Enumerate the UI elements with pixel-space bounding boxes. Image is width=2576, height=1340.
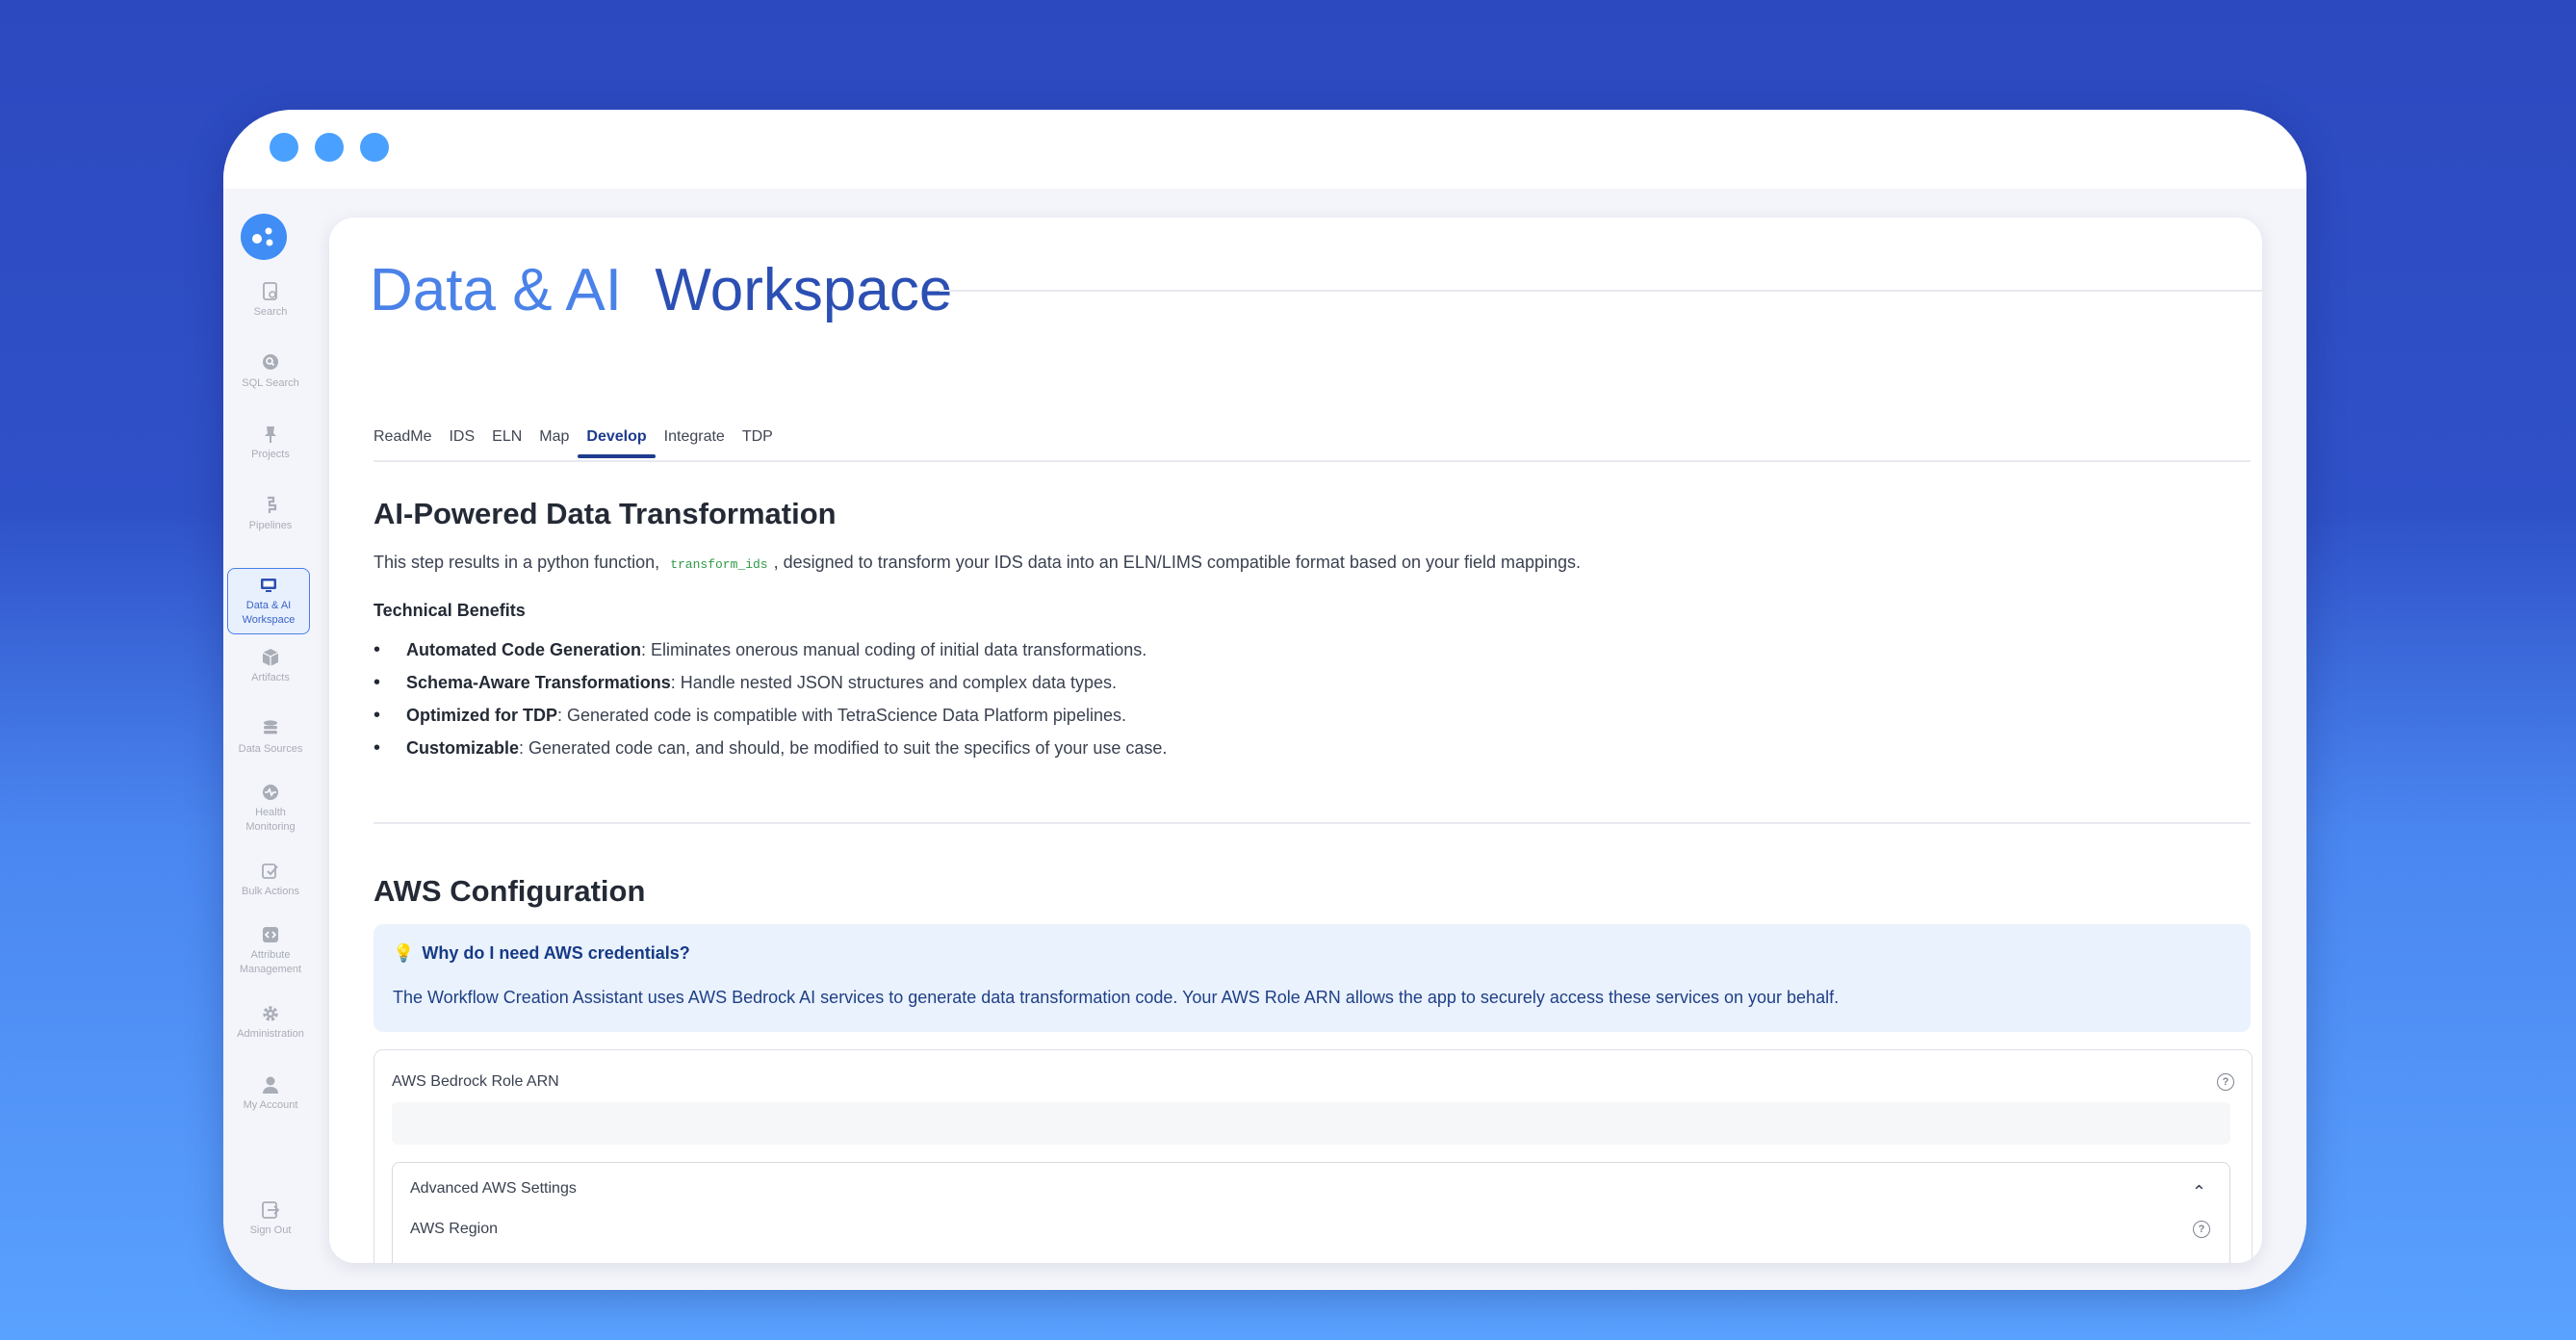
page-title-part1: Data & AI bbox=[370, 257, 622, 323]
sidebar-item-sql-search[interactable]: SQL Search bbox=[229, 352, 312, 391]
page-title: Data & AI Workspace bbox=[370, 252, 952, 329]
transform-heading: AI-Powered Data Transformation bbox=[374, 497, 837, 530]
section-divider bbox=[374, 822, 2251, 824]
sidebar-item-administration[interactable]: Administration bbox=[229, 1003, 312, 1042]
app-logo[interactable] bbox=[241, 214, 287, 260]
function-name-code: transform_ids bbox=[670, 557, 768, 572]
code-icon bbox=[263, 927, 278, 942]
tab-readme[interactable]: ReadMe bbox=[374, 424, 440, 458]
tab-tdp[interactable]: TDP bbox=[734, 424, 782, 458]
info-text: The Workflow Creation Assistant uses AWS… bbox=[393, 988, 1840, 1007]
sidebar-item-label: Sign Out bbox=[249, 1224, 292, 1236]
cube-icon bbox=[262, 649, 279, 666]
role-arn-input[interactable] bbox=[392, 1102, 2230, 1145]
sidebar-item-label: SQL Search bbox=[242, 377, 299, 389]
sidebar-item-label: Administration bbox=[237, 1028, 304, 1040]
sidebar-item-pipelines[interactable]: Pipelines bbox=[229, 495, 312, 533]
advanced-settings-title[interactable]: Advanced AWS Settings bbox=[410, 1180, 577, 1198]
checklist-icon bbox=[262, 863, 278, 879]
list-item: Automated Code Generation: Eliminates on… bbox=[374, 633, 1167, 666]
sidebar-item-label: My Account bbox=[243, 1099, 298, 1111]
benefit-name: Customizable bbox=[406, 738, 520, 758]
sidebar-item-label: Attribute Management bbox=[239, 949, 302, 975]
lightbulb-icon: 💡 bbox=[393, 943, 415, 963]
sidebar: Search SQL Search Projects Pipelines Dat… bbox=[223, 189, 329, 1290]
gear-icon bbox=[263, 1006, 278, 1021]
database-icon bbox=[264, 720, 277, 734]
sidebar-item-artifacts[interactable]: Artifacts bbox=[229, 647, 312, 685]
benefit-name: Automated Code Generation bbox=[406, 640, 642, 659]
sidebar-item-label: Projects bbox=[251, 449, 290, 460]
sidebar-item-projects[interactable]: Projects bbox=[229, 424, 312, 462]
tab-integrate[interactable]: Integrate bbox=[656, 424, 734, 458]
pipeline-icon bbox=[268, 496, 277, 513]
sql-search-icon bbox=[263, 354, 278, 370]
benefit-text: : Eliminates onerous manual coding of in… bbox=[641, 640, 1147, 659]
tab-eln[interactable]: ELN bbox=[483, 424, 530, 458]
help-icon[interactable]: ? bbox=[2193, 1221, 2210, 1238]
intro-text-after: , designed to transform your IDS data in… bbox=[773, 553, 1582, 572]
advanced-settings-expander: Advanced AWS Settings ⌃ AWS Region ? bbox=[392, 1162, 2230, 1263]
window-dot-3[interactable] bbox=[360, 133, 389, 162]
window-titlebar bbox=[223, 110, 2306, 189]
main-panel: Data & AI Workspace ReadMe IDS ELN Map D… bbox=[329, 218, 2262, 1263]
benefit-name: Optimized for TDP bbox=[406, 706, 557, 725]
user-icon bbox=[263, 1076, 278, 1094]
sidebar-item-label: Search bbox=[253, 306, 288, 318]
list-item: Optimized for TDP: Generated code is com… bbox=[374, 699, 1167, 732]
sidebar-item-sign-out[interactable]: Sign Out bbox=[229, 1199, 312, 1238]
pin-icon bbox=[265, 426, 276, 443]
info-question-text: Why do I need AWS credentials? bbox=[422, 943, 690, 963]
tab-map[interactable]: Map bbox=[530, 424, 578, 458]
sidebar-item-label: Artifacts bbox=[251, 672, 290, 683]
benefit-text: : Generated code is compatible with Tetr… bbox=[557, 706, 1126, 725]
benefit-name: Schema-Aware Transformations bbox=[406, 673, 671, 692]
tab-bar: ReadMe IDS ELN Map Develop Integrate TDP bbox=[374, 424, 782, 458]
window-dot-1[interactable] bbox=[270, 133, 298, 162]
benefit-text: : Generated code can, and should, be mod… bbox=[519, 738, 1168, 758]
sidebar-item-my-account[interactable]: My Account bbox=[229, 1074, 312, 1113]
sidebar-item-label: Data Sources bbox=[238, 743, 303, 755]
aws-info-callout: 💡 Why do I need AWS credentials? The Work… bbox=[374, 924, 2251, 1032]
sidebar-item-data-sources[interactable]: Data Sources bbox=[229, 718, 312, 757]
benefits-list: Automated Code Generation: Eliminates on… bbox=[374, 633, 1167, 764]
benefits-title: Technical Benefits bbox=[374, 601, 526, 620]
title-divider bbox=[940, 290, 2262, 292]
sidebar-item-label: Data & AI Workspace bbox=[242, 600, 296, 626]
window-dot-2[interactable] bbox=[315, 133, 344, 162]
page-title-part2: Workspace bbox=[655, 257, 953, 323]
aws-config-card: AWS Bedrock Role ARN ? Advanced AWS Sett… bbox=[374, 1049, 2253, 1263]
logo-icon bbox=[252, 227, 273, 246]
document-search-icon bbox=[263, 282, 277, 300]
sidebar-item-data-ai-workspace[interactable]: Data & AI Workspace bbox=[227, 568, 310, 634]
sidebar-item-search[interactable]: Search bbox=[229, 281, 312, 320]
tab-develop[interactable]: Develop bbox=[578, 424, 656, 458]
region-label: AWS Region bbox=[410, 1221, 498, 1237]
chevron-up-icon[interactable]: ⌃ bbox=[2192, 1182, 2206, 1202]
sidebar-item-attribute-management[interactable]: Attribute Management bbox=[229, 924, 312, 977]
sidebar-item-label: Health Monitoring bbox=[245, 807, 296, 833]
sidebar-item-label: Pipelines bbox=[248, 520, 293, 531]
help-icon[interactable]: ? bbox=[2217, 1073, 2234, 1091]
info-question: 💡 Why do I need AWS credentials? bbox=[393, 943, 690, 964]
intro-text-before: This step results in a python function, bbox=[374, 553, 660, 572]
monitor-icon bbox=[261, 579, 276, 592]
sidebar-item-health-monitoring[interactable]: Health Monitoring bbox=[229, 782, 312, 835]
aws-heading: AWS Configuration bbox=[374, 874, 646, 908]
app-window: Search SQL Search Projects Pipelines Dat… bbox=[223, 110, 2306, 1290]
role-arn-label: AWS Bedrock Role ARN bbox=[392, 1073, 559, 1090]
benefit-text: : Handle nested JSON structures and comp… bbox=[670, 673, 1118, 692]
health-icon bbox=[263, 785, 278, 800]
transform-intro: This step results in a python function, … bbox=[374, 553, 1581, 573]
tab-ids[interactable]: IDS bbox=[440, 424, 483, 458]
tab-divider bbox=[374, 460, 2251, 462]
sign-out-icon bbox=[262, 1201, 280, 1219]
list-item: Customizable: Generated code can, and sh… bbox=[374, 732, 1167, 764]
list-item: Schema-Aware Transformations: Handle nes… bbox=[374, 666, 1167, 699]
sidebar-item-label: Bulk Actions bbox=[242, 886, 299, 897]
sidebar-item-bulk-actions[interactable]: Bulk Actions bbox=[229, 861, 312, 899]
